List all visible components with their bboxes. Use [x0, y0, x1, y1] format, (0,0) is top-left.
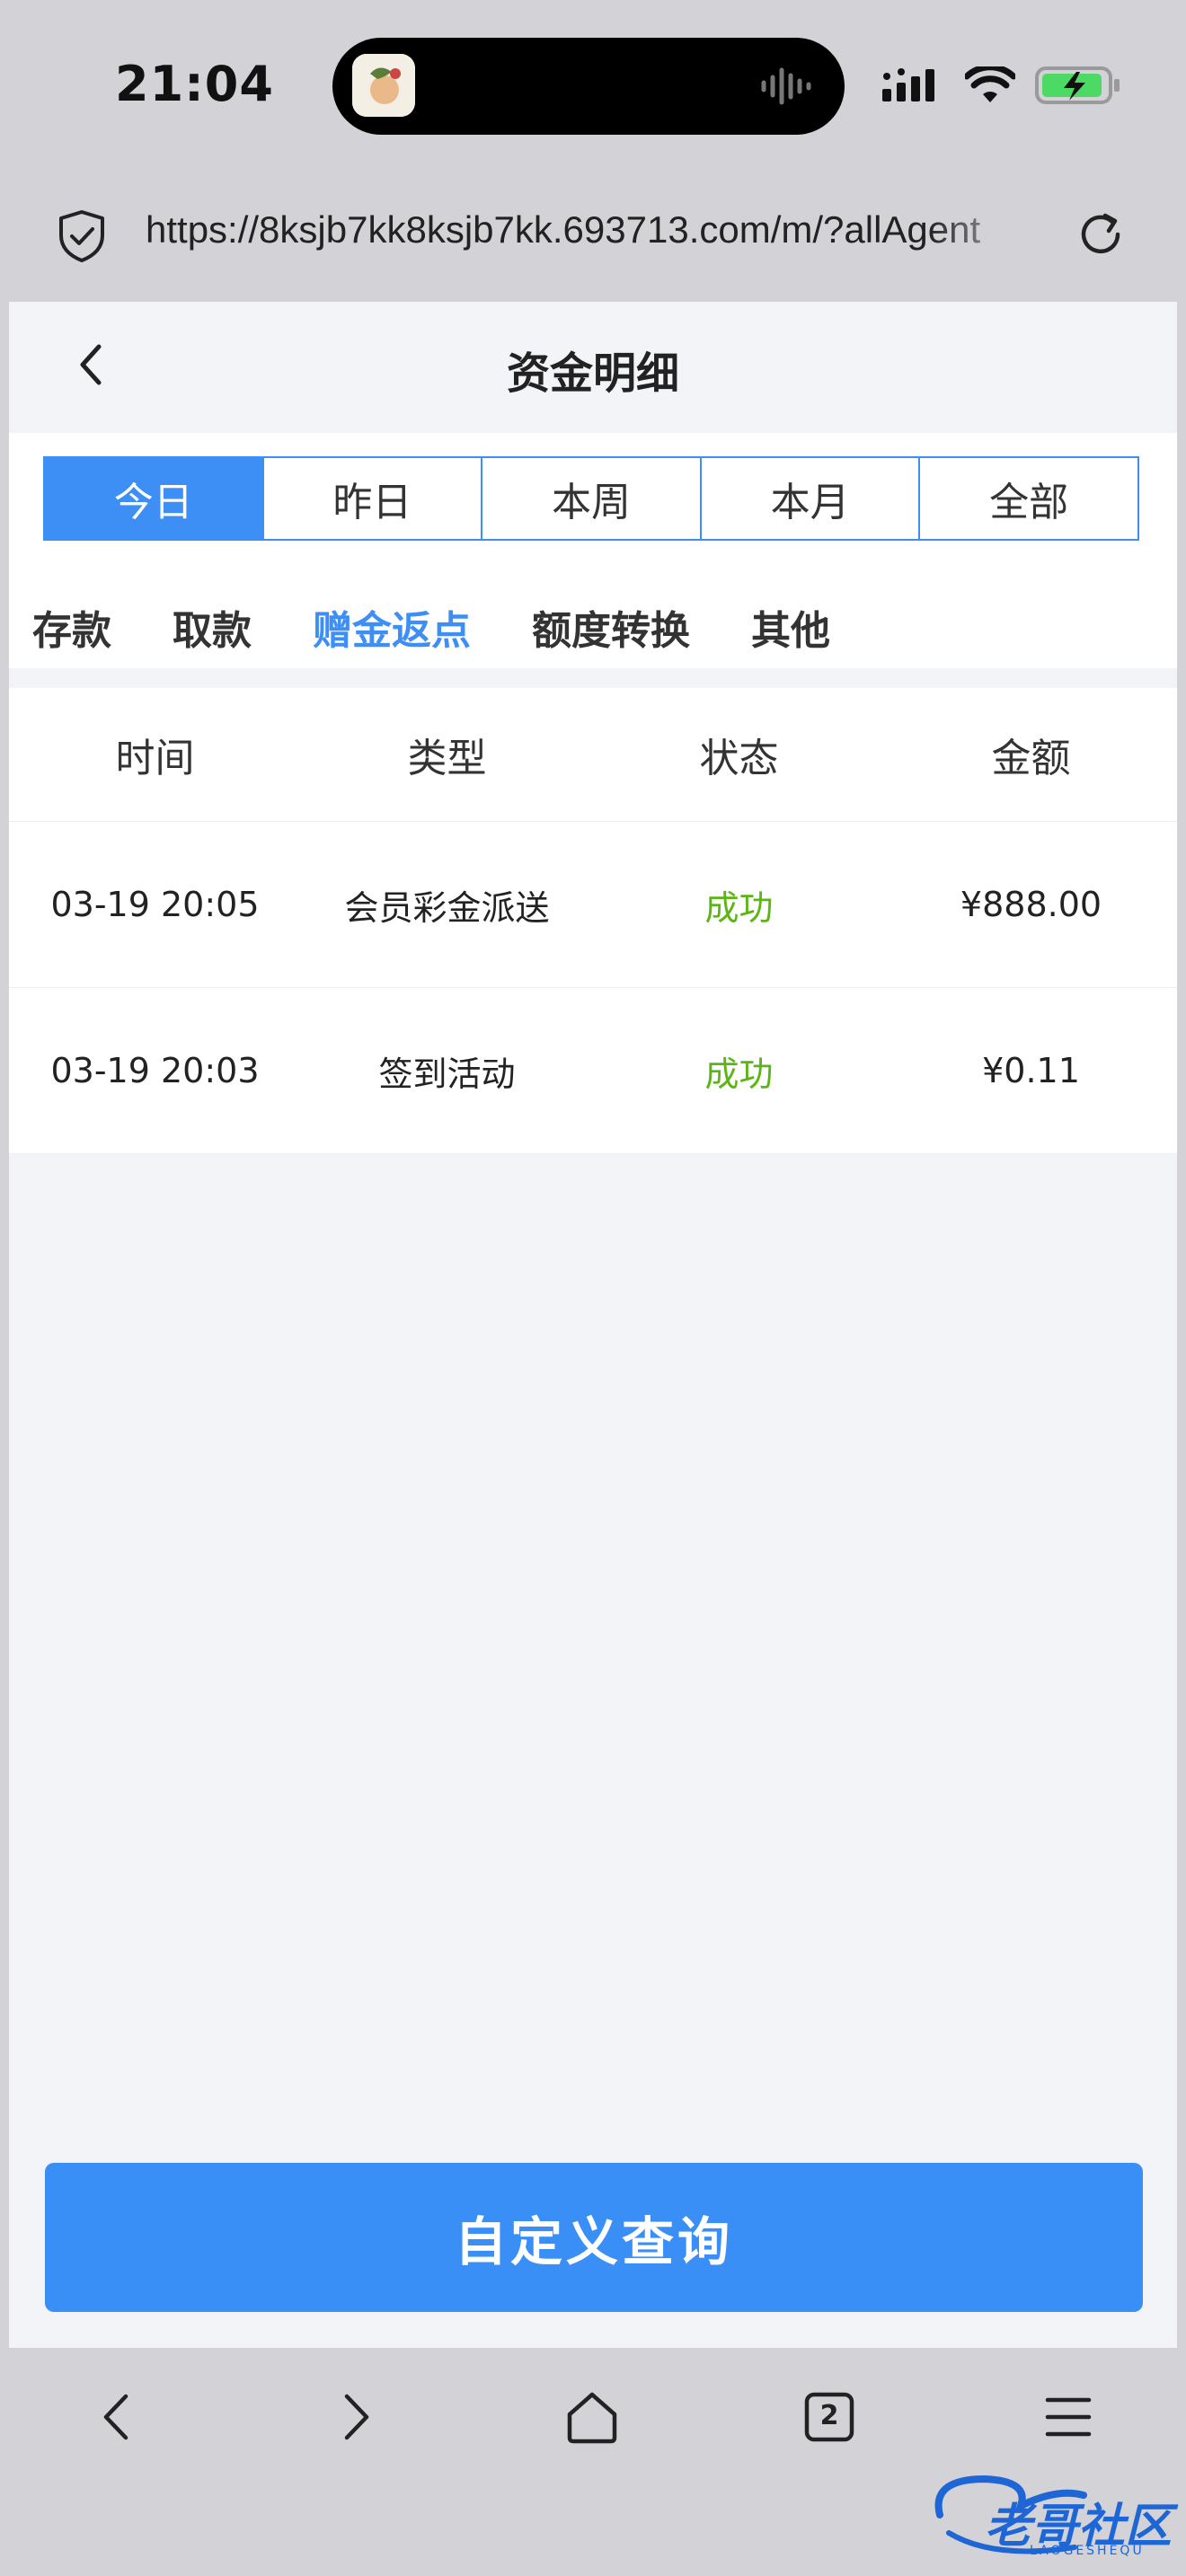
tab-count: 2 — [819, 2400, 839, 2431]
url-text[interactable]: https://8ksjb7kk8ksjb7kk.693713.com/m/?a… — [146, 208, 1035, 251]
cell-status: 成功 — [704, 887, 774, 928]
reload-icon[interactable] — [1075, 208, 1127, 260]
tab-other[interactable]: 其他 — [751, 598, 830, 656]
wifi-icon — [965, 66, 1015, 102]
cell-type: 签到活动 — [378, 1054, 516, 1094]
watermark-logo: 老哥社区 LAOGESHEQU — [922, 2461, 1182, 2569]
table-row[interactable]: 03-19 20:03 签到活动 成功 ¥0.11 — [9, 988, 1177, 1154]
back-icon[interactable] — [86, 2386, 149, 2448]
menu-icon[interactable] — [1037, 2386, 1100, 2448]
cellular-signal-icon — [882, 68, 934, 101]
category-tabs: 存款 取款 赠金返点 额度转换 其他 — [32, 598, 891, 656]
divider — [9, 668, 1177, 688]
tab-withdraw[interactable]: 取款 — [173, 598, 252, 656]
date-filter-this-week[interactable]: 本周 — [481, 458, 700, 539]
app-icon — [352, 54, 415, 117]
date-filter-segmented-control: 今日 昨日 本周 本月 全部 — [43, 456, 1139, 541]
cell-time: 03-19 20:03 — [50, 1051, 260, 1090]
watermark-subtext: LAOGESHEQU — [1030, 2544, 1145, 2558]
battery-charging-icon — [1035, 66, 1120, 104]
table-header-row: 时间 类型 状态 金额 — [9, 688, 1177, 822]
status-icons — [882, 65, 1121, 106]
column-header-type: 类型 — [407, 736, 487, 781]
forward-icon[interactable] — [323, 2386, 386, 2448]
tab-deposit[interactable]: 存款 — [32, 598, 111, 656]
tab-transfer[interactable]: 额度转换 — [532, 598, 690, 656]
date-filter-all[interactable]: 全部 — [918, 458, 1137, 539]
status-time: 21:04 — [115, 56, 274, 112]
web-page: 资金明细 今日 昨日 本周 本月 全部 存款 取款 赠金返点 额度转换 其他 时… — [9, 302, 1177, 2348]
transactions-table: 时间 类型 状态 金额 03-19 20:05 会员彩金派送 成功 ¥888.0… — [9, 688, 1177, 1154]
security-shield-icon[interactable] — [56, 208, 108, 264]
column-header-amount: 金额 — [991, 736, 1071, 781]
date-filter-today[interactable]: 今日 — [45, 458, 262, 539]
date-filter-yesterday[interactable]: 昨日 — [261, 458, 482, 539]
tab-bonus-rebate[interactable]: 赠金返点 — [313, 598, 471, 656]
cell-time: 03-19 20:05 — [50, 885, 260, 924]
home-icon[interactable] — [561, 2386, 624, 2448]
cell-type: 会员彩金派送 — [344, 887, 550, 928]
table-row[interactable]: 03-19 20:05 会员彩金派送 成功 ¥888.00 — [9, 822, 1177, 988]
date-filter-this-month[interactable]: 本月 — [699, 458, 919, 539]
custom-query-button[interactable]: 自定义查询 — [45, 2163, 1143, 2312]
column-header-status: 状态 — [699, 736, 779, 781]
page-title: 资金明细 — [506, 348, 679, 399]
dynamic-island[interactable] — [332, 38, 845, 135]
page-header: 资金明细 — [9, 302, 1177, 433]
tabs-button[interactable]: 2 — [800, 2387, 859, 2447]
cell-status: 成功 — [704, 1054, 774, 1094]
cell-amount: ¥0.11 — [982, 1051, 1080, 1090]
column-header-time: 时间 — [115, 736, 195, 781]
cell-amount: ¥888.00 — [960, 885, 1102, 924]
audio-wave-icon — [761, 67, 811, 105]
